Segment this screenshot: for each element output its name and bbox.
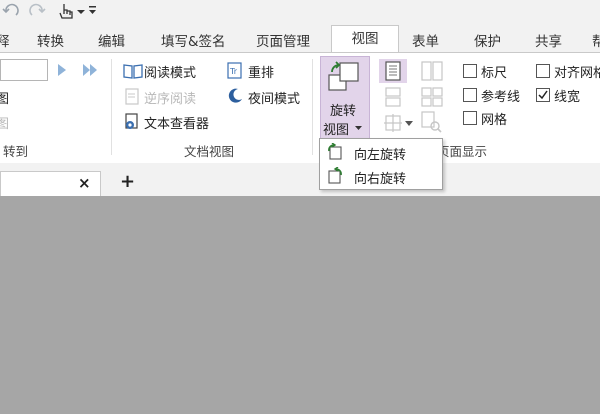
rotate-view-button[interactable]: 旋转 视图 [320, 56, 370, 140]
ribbon-panel: 图 图 转到 阅读模式 逆序阅读 文本查看器 Tr 重排 夜间模式 文档视图 标… [0, 52, 600, 164]
close-tab-icon[interactable]: × [78, 174, 91, 192]
dropdown-arrow-icon[interactable] [77, 8, 85, 16]
next-page-icon[interactable] [56, 63, 68, 77]
new-tab-icon[interactable]: + [120, 171, 135, 192]
tab-edit[interactable]: 编辑 [98, 30, 125, 50]
group-separator [312, 59, 313, 155]
group-separator [111, 59, 112, 155]
zoom-page-icon[interactable] [421, 111, 443, 133]
rotate-view-icon [328, 61, 359, 91]
chevron-down-icon[interactable] [405, 121, 413, 127]
rotate-view-label-2: 视图 [323, 123, 350, 138]
ruler-checkbox[interactable] [463, 64, 477, 78]
group-label-page-display: 页面显示 [437, 144, 488, 159]
group-label-goto: 转到 [3, 144, 29, 159]
continuous-page-icon[interactable] [385, 87, 401, 107]
redo-icon[interactable] [28, 3, 46, 21]
book-icon [123, 64, 143, 79]
tab-view[interactable]: 视图 [331, 25, 399, 53]
text-viewer-button[interactable]: 文本查看器 [144, 113, 209, 132]
chevron-down-icon [355, 126, 362, 130]
reverse-read-icon [125, 88, 139, 105]
grid-checkbox[interactable] [463, 111, 477, 125]
night-mode-button[interactable]: 夜间模式 [248, 88, 300, 107]
tab-page-management[interactable]: 页面管理 [256, 30, 310, 50]
goto-item-1[interactable]: 图 [0, 88, 9, 107]
reverse-read-button[interactable]: 逆序阅读 [144, 88, 196, 107]
guides-checkbox[interactable] [463, 88, 477, 102]
page-split-icon[interactable] [383, 113, 403, 133]
checkmark-icon [538, 90, 548, 100]
menu-item-rotate-right[interactable]: 向右旋转 [320, 165, 442, 187]
tab-help[interactable]: 帮 [592, 30, 600, 50]
text-viewer-icon [125, 113, 138, 129]
ruler-label: 标尺 [481, 66, 508, 81]
goto-item-2[interactable]: 图 [0, 113, 9, 132]
rotate-view-label-1: 旋转 [330, 104, 357, 119]
night-mode-icon [228, 88, 242, 103]
document-tab[interactable]: × [0, 171, 101, 197]
rotate-dropdown-menu: 向左旋转 向右旋转 [319, 138, 443, 190]
reflow-button[interactable]: 重排 [248, 62, 274, 81]
rotate-left-icon [328, 143, 342, 160]
align-grid-checkbox[interactable] [536, 64, 550, 78]
line-weight-checkbox[interactable] [536, 88, 550, 102]
ribbon-tab-bar: 释 转换 编辑 填写&签名 页面管理 视图 表单 保护 共享 帮 [0, 24, 600, 53]
group-label-doc-view: 文档视图 [184, 144, 235, 159]
read-mode-button[interactable]: 阅读模式 [144, 62, 196, 81]
customize-arrow-icon[interactable] [89, 5, 97, 17]
reflow-icon: Tr [227, 62, 242, 79]
tab-annotate[interactable]: 释 [0, 30, 10, 50]
menu-item-rotate-left[interactable]: 向左旋转 [320, 141, 442, 163]
continuous-two-page-icon[interactable] [421, 87, 443, 107]
tab-protect[interactable]: 保护 [474, 30, 501, 50]
line-weight-label: 线宽 [554, 90, 581, 105]
tab-form[interactable]: 表单 [412, 30, 439, 50]
grid-label: 网格 [481, 113, 508, 128]
last-page-icon[interactable] [82, 63, 100, 77]
document-tab-strip: × + [0, 163, 600, 197]
guides-label: 参考线 [481, 90, 521, 105]
tab-share[interactable]: 共享 [535, 30, 562, 50]
svg-text:Tr: Tr [229, 67, 238, 76]
undo-icon[interactable] [2, 3, 20, 21]
quick-access-toolbar [0, 0, 600, 24]
document-workspace[interactable] [0, 196, 600, 414]
rotate-right-icon [328, 167, 342, 184]
tab-fill-sign[interactable]: 填写&签名 [161, 30, 226, 50]
align-grid-label: 对齐网格 [554, 66, 600, 81]
two-page-icon[interactable] [421, 61, 443, 81]
single-page-icon[interactable] [385, 61, 401, 81]
rotate-left-label: 向左旋转 [354, 148, 407, 163]
rotate-right-label: 向右旋转 [354, 172, 407, 187]
page-number-input[interactable] [0, 59, 48, 81]
hand-tool-icon[interactable] [58, 2, 76, 22]
tab-convert[interactable]: 转换 [37, 30, 64, 50]
